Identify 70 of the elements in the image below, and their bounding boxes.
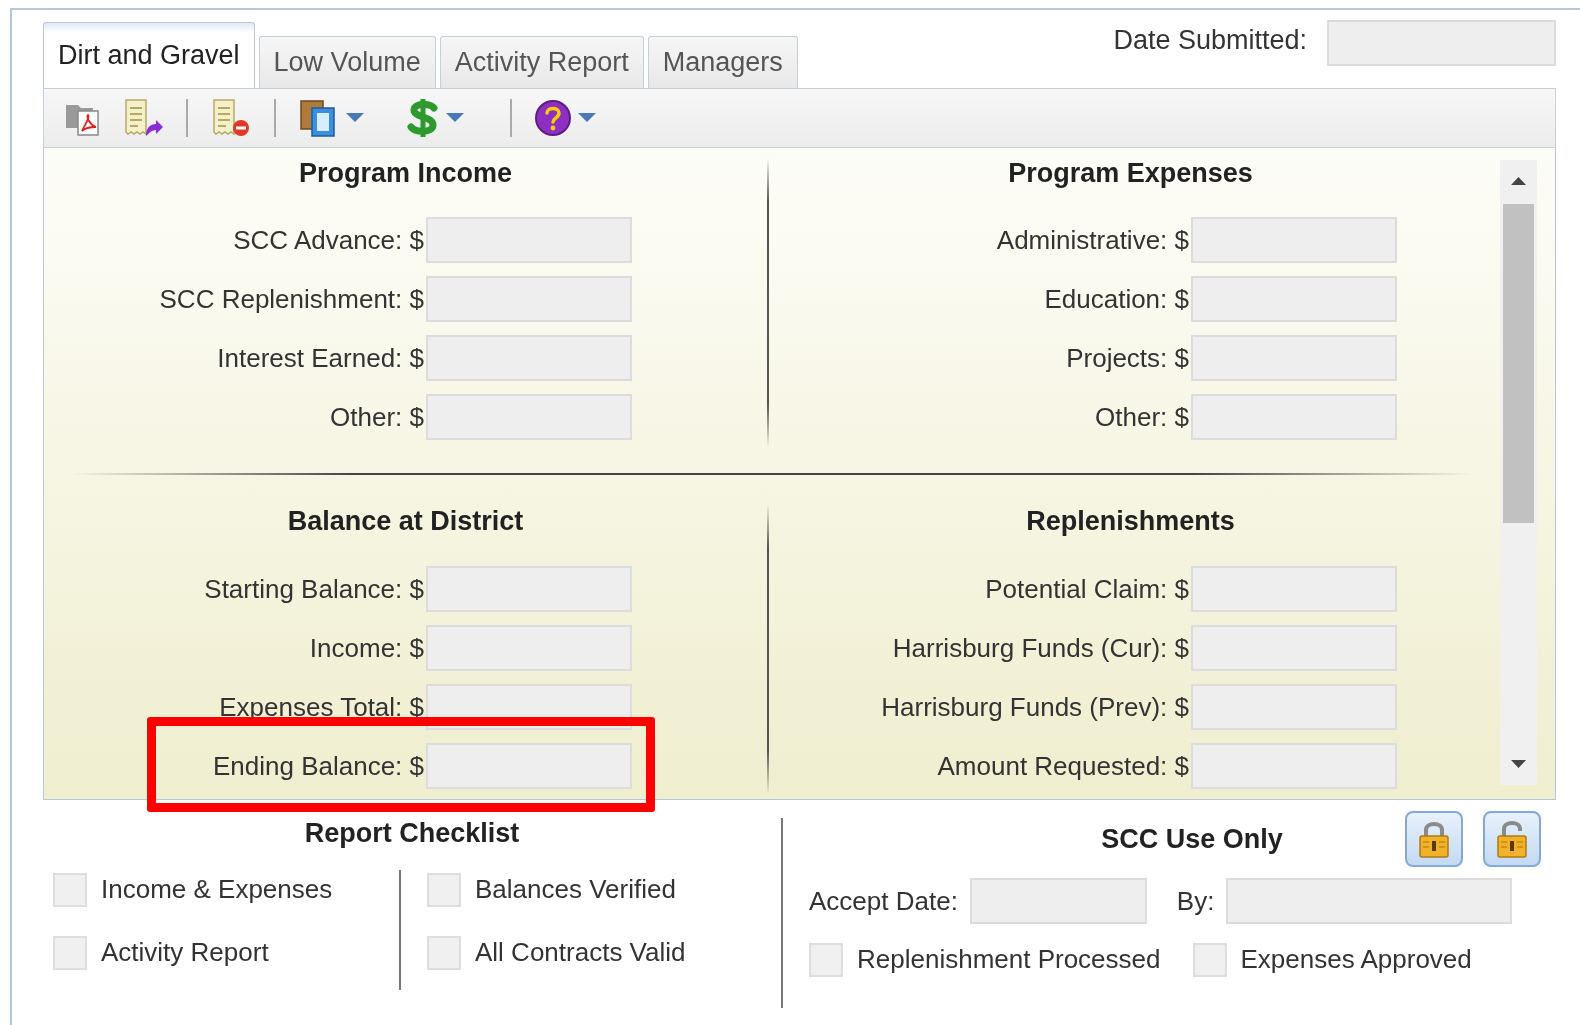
amount-field[interactable]: [1191, 335, 1397, 381]
field-label: Education: $: [1043, 282, 1189, 316]
unlock-button[interactable]: [1483, 811, 1541, 867]
amount-field[interactable]: [1191, 566, 1397, 612]
tab[interactable]: Managers: [647, 36, 798, 88]
section-title: Replenishments: [1025, 506, 1236, 536]
field-label: SCC Advance: $: [232, 223, 424, 257]
section-title: Balance at District: [286, 506, 525, 536]
caret-icon: [444, 112, 466, 124]
checkbox[interactable]: [427, 872, 461, 907]
checkbox[interactable]: [809, 942, 843, 977]
document-remove-icon: [210, 98, 252, 138]
field-label: Administrative: $: [995, 223, 1189, 257]
amount-field[interactable]: [1191, 684, 1397, 730]
document-upload-icon: [122, 98, 164, 138]
checkbox[interactable]: [427, 935, 461, 970]
field-label: Expenses Total: $: [218, 690, 424, 724]
section-title: SCC Use Only: [1100, 824, 1284, 854]
field-label: Harrisburg Funds (Prev): $: [880, 690, 1189, 724]
field-label: Projects: $: [1065, 341, 1189, 375]
field-label: Ending Balance: $: [211, 749, 424, 783]
dollar-icon: [406, 97, 440, 139]
date-submitted-field[interactable]: [1327, 20, 1556, 66]
checkbox-label: Expenses Approved: [1240, 943, 1472, 976]
checkbox-label: Activity Report: [101, 936, 269, 969]
amount-field[interactable]: [426, 217, 632, 263]
section-title: Program Income: [297, 158, 514, 188]
amount-field[interactable]: [426, 394, 632, 440]
checkbox-label: All Contracts Valid: [475, 936, 686, 969]
field-label: By:: [1176, 884, 1215, 918]
amount-field[interactable]: [1191, 743, 1397, 789]
field-label: Harrisburg Funds (Cur): $: [891, 631, 1189, 665]
checkbox[interactable]: [1192, 942, 1227, 977]
checkbox[interactable]: [53, 872, 87, 907]
amount-field[interactable]: [1191, 394, 1397, 440]
amount-field[interactable]: [426, 566, 632, 612]
field-label: Interest Earned: $: [216, 341, 424, 375]
amount-field[interactable]: [426, 276, 632, 322]
accept-date-field[interactable]: [969, 878, 1147, 924]
field-label: Income: $: [308, 631, 424, 665]
section-title: Program Expenses: [1007, 158, 1254, 188]
unlocked-padlock-icon: [1495, 819, 1529, 859]
field-label: Potential Claim: $: [984, 572, 1189, 606]
section-title: Report Checklist: [303, 818, 521, 848]
amount-field[interactable]: [426, 335, 632, 381]
caret-icon: [344, 112, 366, 124]
amount-field[interactable]: [1191, 217, 1397, 263]
by-field[interactable]: [1226, 878, 1513, 924]
checkbox-label: Income & Expenses: [101, 873, 333, 906]
tab[interactable]: Dirt and Gravel: [43, 22, 255, 88]
field-label: Amount Requested: $: [936, 749, 1189, 783]
padlock-icon: [1417, 819, 1451, 859]
checkbox-label: Balances Verified: [475, 873, 676, 906]
field-label: Date Submitted:: [1113, 24, 1307, 57]
help-icon: [534, 99, 572, 137]
amount-field[interactable]: [426, 743, 632, 789]
tab[interactable]: Activity Report: [439, 36, 644, 88]
amount-field[interactable]: [1191, 625, 1397, 671]
field-label: Accept Date:: [809, 884, 958, 918]
field-label: Other: $: [329, 400, 424, 434]
field-label: Starting Balance: $: [203, 572, 424, 606]
checkbox-label: Replenishment Processed: [857, 943, 1161, 976]
checkbox[interactable]: [53, 935, 87, 970]
tab[interactable]: Low Volume: [258, 36, 436, 88]
lock-button[interactable]: [1405, 811, 1463, 867]
caret-icon: [576, 112, 598, 124]
field-label: SCC Replenishment: $: [158, 282, 424, 316]
amount-field[interactable]: [1191, 276, 1397, 322]
amount-field[interactable]: [426, 625, 632, 671]
field-label: Other: $: [1094, 400, 1189, 434]
